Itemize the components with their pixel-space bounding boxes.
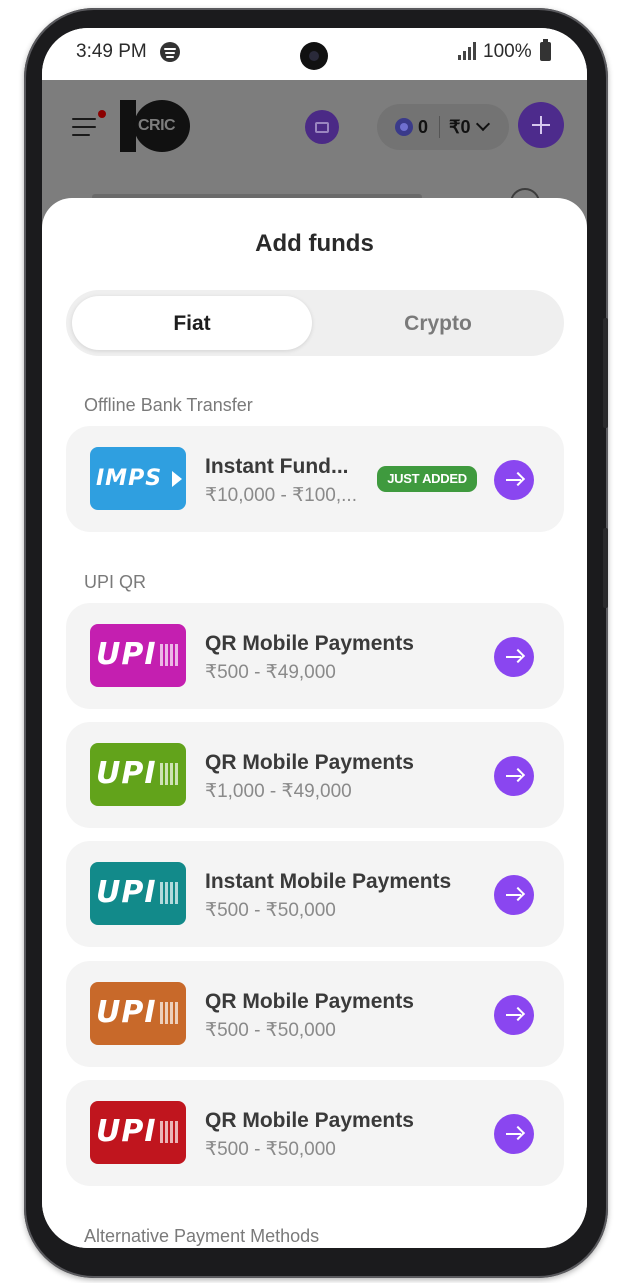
payment-method-card[interactable]: UPI Instant Mobile Payments ₹500 - ₹50,0… <box>66 841 564 947</box>
method-title: Instant Fund... <box>205 455 349 478</box>
spotify-icon <box>160 42 180 62</box>
tab-crypto[interactable]: Crypto <box>318 312 558 336</box>
section-label: UPI QR <box>84 572 147 592</box>
logo-text: UPI <box>96 875 157 910</box>
upi-logo: UPI <box>90 743 186 806</box>
method-range: ₹500 - ₹50,000 <box>205 1020 336 1041</box>
section-label: Alternative Payment Methods <box>84 1226 320 1246</box>
method-range: ₹500 - ₹50,000 <box>205 1139 336 1160</box>
section-label: Offline Bank Transfer <box>84 395 253 415</box>
just-added-badge: JUST ADDED <box>377 466 477 492</box>
add-funds-sheet: Add funds Fiat Crypto Offline Bank Trans… <box>42 198 587 1248</box>
method-title: QR Mobile Payments <box>205 632 414 655</box>
payment-type-toggle: Fiat Crypto <box>66 290 564 356</box>
coin-count: 0 <box>418 117 429 137</box>
arrow-right-icon[interactable] <box>494 1114 534 1154</box>
method-title: QR Mobile Payments <box>205 1109 414 1132</box>
payment-method-card[interactable]: UPI QR Mobile Payments ₹1,000 - ₹49,000 <box>66 722 564 828</box>
signal-icon <box>458 42 478 60</box>
deposit-plus-button[interactable] <box>518 102 564 148</box>
notification-dot <box>98 110 106 118</box>
logo-text: UPI <box>96 756 157 791</box>
divider <box>439 116 440 138</box>
status-time: 3:49 PM <box>76 41 147 62</box>
payment-method-card[interactable]: UPI QR Mobile Payments ₹500 - ₹50,000 <box>66 961 564 1067</box>
method-range: ₹500 - ₹49,000 <box>205 662 336 683</box>
method-title: Instant Mobile Payments <box>205 870 452 893</box>
upi-logo: UPI <box>90 862 186 925</box>
upi-logo: UPI <box>90 982 186 1045</box>
menu-icon[interactable] <box>72 118 96 136</box>
screen: 3:49 PM 100% CRIC 0 ₹0 Add funds Fiat Cr… <box>42 28 587 1248</box>
volume-button <box>603 318 608 428</box>
qr-code-icon <box>160 1121 178 1143</box>
qr-code-icon <box>160 1002 178 1024</box>
logo-text: UPI <box>96 995 157 1030</box>
qr-code-icon <box>160 882 178 904</box>
imps-arrow-icon <box>172 471 182 487</box>
arrow-right-icon[interactable] <box>494 995 534 1035</box>
payment-method-card[interactable]: UPI QR Mobile Payments ₹500 - ₹50,000 <box>66 1080 564 1186</box>
logo-text: UPI <box>96 1114 157 1149</box>
imps-logo: IMPS <box>90 447 186 510</box>
method-title: QR Mobile Payments <box>205 751 414 774</box>
front-camera <box>300 42 328 70</box>
balance-amount: ₹0 <box>449 117 471 137</box>
method-range: ₹500 - ₹50,000 <box>205 900 336 921</box>
arrow-right-icon[interactable] <box>494 875 534 915</box>
qr-code-icon <box>160 763 178 785</box>
logo-text: UPI <box>96 637 157 672</box>
method-range: ₹10,000 - ₹100,... <box>205 485 357 506</box>
qr-code-icon <box>160 644 178 666</box>
power-button <box>603 528 608 608</box>
payment-method-card[interactable]: UPI QR Mobile Payments ₹500 - ₹49,000 <box>66 603 564 709</box>
wallet-balance[interactable]: 0 ₹0 <box>377 104 509 150</box>
method-range: ₹1,000 - ₹49,000 <box>205 781 352 802</box>
payment-method-card[interactable]: IMPS Instant Fund... ₹10,000 - ₹100,... … <box>66 426 564 532</box>
method-title: QR Mobile Payments <box>205 990 414 1013</box>
app-logo[interactable]: CRIC <box>120 100 192 152</box>
logo-text: CRIC <box>138 117 176 134</box>
coin-icon <box>395 118 413 136</box>
tab-fiat[interactable]: Fiat <box>72 312 312 336</box>
chevron-down-icon <box>475 116 491 132</box>
sheet-title: Add funds <box>255 230 374 257</box>
status-bar: 3:49 PM 100% <box>42 28 587 80</box>
arrow-right-icon[interactable] <box>494 637 534 677</box>
battery-icon <box>540 39 551 61</box>
upi-logo: UPI <box>90 1101 186 1164</box>
arrow-right-icon[interactable] <box>494 460 534 500</box>
battery-percent: 100% <box>483 41 532 62</box>
upi-logo: UPI <box>90 624 186 687</box>
logo-text: IMPS <box>96 466 163 491</box>
arrow-right-icon[interactable] <box>494 756 534 796</box>
gift-icon[interactable] <box>305 110 339 144</box>
